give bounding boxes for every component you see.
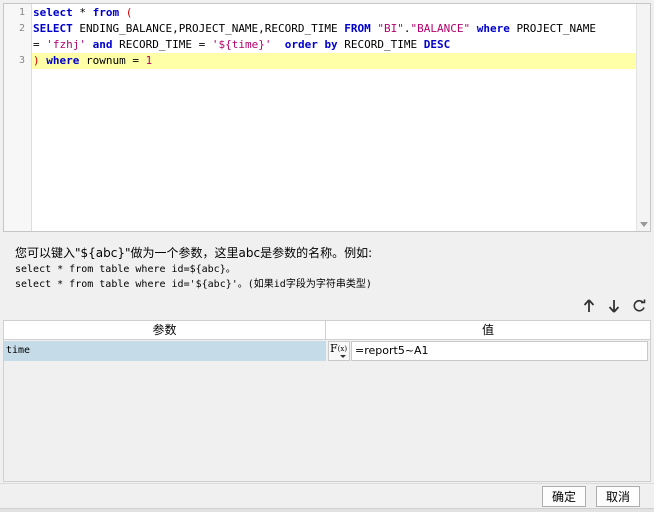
- code-line: = 'fzhj' and RECORD_TIME = '${time}' ord…: [32, 37, 636, 53]
- code-line-active: ) where rownum = 1: [32, 53, 636, 69]
- code-area[interactable]: select * from ( SELECT ENDING_BALANCE,PR…: [32, 4, 636, 231]
- move-up-button[interactable]: [580, 297, 598, 315]
- code-token: .: [403, 22, 411, 35]
- column-header-param[interactable]: 参数: [4, 321, 326, 340]
- hint-example-2: select * from table where id='${abc}'。(如…: [15, 279, 372, 290]
- code-token: where: [476, 22, 510, 35]
- arrow-down-icon: [608, 300, 620, 313]
- code-token: =: [33, 38, 47, 51]
- code-token: "BALANCE": [410, 22, 471, 35]
- code-token: DESC: [423, 38, 451, 51]
- table-row[interactable]: time F(x) =report5~A1: [4, 341, 650, 361]
- formula-sub-label: (x): [337, 345, 348, 353]
- line-number-gutter: 1 2 3: [4, 4, 32, 231]
- code-token: 'fzhj': [46, 38, 86, 51]
- sql-editor[interactable]: 1 2 3 select * from ( SELECT ENDING_BALA…: [3, 3, 651, 232]
- refresh-icon: [633, 299, 646, 312]
- line-number: 3: [18, 55, 25, 66]
- footer-divider: [0, 483, 654, 484]
- code-token: SELECT: [33, 22, 73, 35]
- code-token: and: [92, 38, 113, 51]
- move-down-button[interactable]: [605, 297, 623, 315]
- column-header-value[interactable]: 值: [326, 321, 650, 340]
- hint-title: 您可以键入"${abc}"做为一个参数，这里abc是参数的名称。例如:: [15, 246, 373, 260]
- code-token: ENDING_BALANCE,PROJECT_NAME,RECORD_TIME: [72, 22, 345, 35]
- code-token: *: [72, 6, 93, 19]
- code-line: select * from (: [32, 5, 636, 21]
- parameter-table: 参数 值 time F(x) =report5~A1: [3, 320, 651, 482]
- table-header: 参数 值: [4, 321, 650, 340]
- code-token: where: [46, 54, 80, 67]
- code-token: (: [119, 6, 133, 19]
- code-token: PROJECT_NAME: [509, 22, 596, 35]
- scroll-down-icon[interactable]: [640, 222, 648, 227]
- code-line: SELECT ENDING_BALANCE,PROJECT_NAME,RECOR…: [32, 21, 636, 37]
- refresh-button[interactable]: [630, 297, 648, 315]
- ok-button[interactable]: 确定: [542, 486, 586, 507]
- arrow-up-icon: [583, 299, 595, 312]
- vertical-scrollbar[interactable]: [636, 4, 650, 231]
- code-token: 1: [145, 54, 153, 67]
- line-number: 1: [18, 7, 25, 18]
- code-token: order by: [284, 38, 338, 51]
- code-token: from: [92, 6, 120, 19]
- formula-button[interactable]: F(x): [328, 341, 350, 361]
- dropdown-caret-icon: [340, 355, 346, 358]
- code-token: "BI": [377, 22, 404, 35]
- formula-label: F: [330, 342, 338, 355]
- line-number: 2: [18, 23, 25, 34]
- hint-example-1: select * from table where id=${abc}。: [15, 264, 236, 275]
- cancel-button[interactable]: 取消: [596, 486, 640, 507]
- code-token: rownum =: [79, 54, 146, 67]
- code-token: RECORD_TIME =: [112, 38, 212, 51]
- param-value-field[interactable]: =report5~A1: [351, 341, 648, 361]
- code-token: '${time}': [211, 38, 272, 51]
- code-token: ): [33, 54, 40, 67]
- code-token: RECORD_TIME: [337, 38, 424, 51]
- code-token: FROM: [344, 22, 371, 35]
- param-name-cell[interactable]: time: [4, 341, 326, 361]
- window-bottom-edge: [0, 508, 654, 512]
- code-token: select: [33, 6, 73, 19]
